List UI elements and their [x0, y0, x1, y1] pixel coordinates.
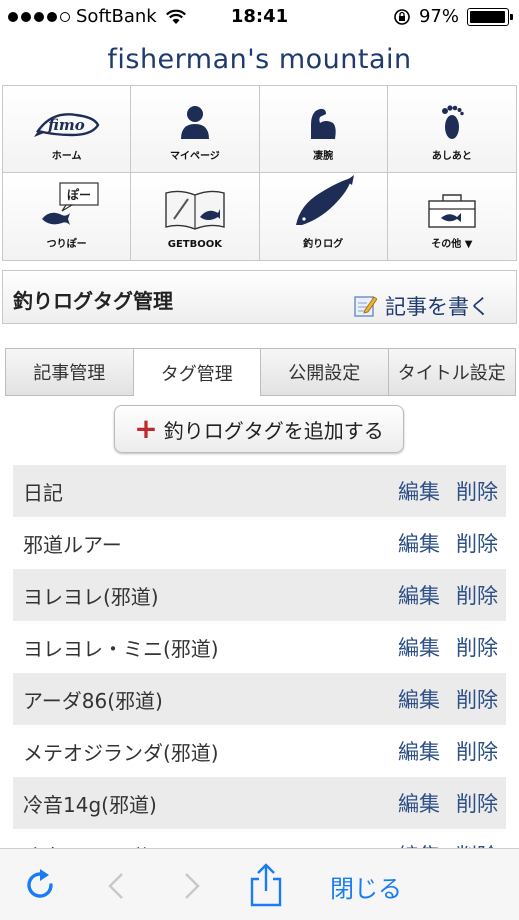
- table-row: 冷音24g(邪道)編集削除: [13, 829, 506, 850]
- battery-percent: 97%: [418, 6, 459, 27]
- delete-link[interactable]: 削除: [456, 632, 498, 662]
- delete-link[interactable]: 削除: [456, 736, 498, 766]
- forward-arrow-icon[interactable]: [180, 871, 204, 901]
- user-icon: [180, 106, 209, 139]
- nav-item-tsuripo[interactable]: ぽー つりぽー: [3, 173, 132, 260]
- tag-list: 日記 編集 削除 邪道ルアー 編集 削除 ヨレヨレ(邪道) 編集 削除 ヨレヨレ・ミニ(邪道) 編集…: [13, 465, 506, 850]
- tab-article-management[interactable]: 記事管理: [5, 348, 134, 396]
- tackle-box-icon: [428, 194, 476, 228]
- table-row: 日記 編集 削除: [13, 465, 506, 517]
- table-row: アーダ86(邪道) 編集 削除: [13, 673, 506, 725]
- reload-icon[interactable]: [22, 867, 58, 903]
- delete-link[interactable]: 削除: [456, 580, 498, 610]
- tag-name: 邪道ルアー: [23, 532, 122, 557]
- close-button[interactable]: 閉じる: [330, 869, 402, 904]
- table-row: 冷音14g(邪道) 編集 削除: [13, 777, 506, 829]
- nav-label: ホーム: [51, 151, 82, 162]
- footprint-icon: [441, 105, 464, 139]
- memo-icon: [354, 296, 377, 317]
- big-fish-icon: [296, 175, 355, 225]
- tab-publish-settings[interactable]: 公開設定: [260, 348, 389, 396]
- delete-link[interactable]: 削除: [456, 684, 498, 714]
- page-title: 釣りログタグ管理: [13, 289, 173, 313]
- speech-bubble-text: ぽー: [67, 187, 91, 202]
- delete-link[interactable]: 削除: [456, 528, 498, 558]
- section-header: 釣りログタグ管理 記事を書く: [2, 270, 517, 324]
- nav-label: マイページ: [169, 151, 220, 162]
- nav-item-expert[interactable]: 凄腕: [259, 86, 388, 173]
- write-article-label: 記事を書く: [385, 295, 490, 319]
- back-arrow-icon[interactable]: [104, 871, 128, 901]
- table-row: ヨレヨレ(邪道) 編集 削除: [13, 569, 506, 621]
- nav-item-mypage[interactable]: マイページ: [131, 86, 260, 173]
- nav-item-getbook[interactable]: GETBOOK: [131, 173, 260, 260]
- settings-tabs: 記事管理 タグ管理 公開設定 タイトル設定: [5, 348, 516, 396]
- plus-icon: +: [134, 412, 158, 445]
- add-tag-button[interactable]: + 釣りログタグを追加する: [114, 405, 404, 453]
- nav-label: 釣りログ: [303, 239, 344, 250]
- tag-name: ヨレヨレ・ミニ(邪道): [23, 636, 219, 661]
- nav-label: その他 ▼: [431, 239, 473, 250]
- tag-name: ヨレヨレ(邪道): [23, 584, 159, 609]
- nav-item-fishing-log[interactable]: 釣りログ: [259, 173, 388, 260]
- book-icon: [165, 190, 225, 230]
- table-row: メテオジランダ(邪道) 編集 削除: [13, 725, 506, 777]
- edit-link[interactable]: 編集: [398, 528, 440, 558]
- edit-link[interactable]: 編集: [398, 580, 440, 610]
- svg-text:fimo: fimo: [47, 116, 85, 134]
- tag-name: メテオジランダ(邪道): [23, 740, 219, 765]
- tab-tag-management[interactable]: タグ管理: [132, 348, 261, 396]
- nav-item-footprints[interactable]: あしあと: [387, 86, 516, 173]
- add-tag-label: 釣りログタグを追加する: [163, 418, 384, 443]
- write-article-link[interactable]: 記事を書く: [353, 291, 490, 321]
- edit-link[interactable]: 編集: [398, 788, 440, 818]
- nav-item-other[interactable]: その他 ▼: [387, 173, 516, 260]
- rotation-lock-icon: [394, 8, 410, 25]
- table-row: 邪道ルアー 編集 削除: [13, 517, 506, 569]
- site-title[interactable]: fisherman's mountain: [0, 44, 519, 75]
- nav-label: GETBOOK: [167, 239, 222, 250]
- edit-link[interactable]: 編集: [398, 684, 440, 714]
- edit-link[interactable]: 編集: [398, 736, 440, 766]
- fimo-logo-icon: fimo: [33, 113, 99, 137]
- tag-name: 冷音14g(邪道): [23, 792, 157, 817]
- tab-title-settings[interactable]: タイトル設定: [387, 348, 516, 396]
- fish-speech-icon: ぽー: [41, 182, 99, 225]
- edit-link[interactable]: 編集: [398, 632, 440, 662]
- share-icon[interactable]: [248, 863, 284, 907]
- tag-name: 日記: [23, 480, 63, 505]
- tag-name: アーダ86(邪道): [23, 688, 163, 713]
- nav-item-home[interactable]: fimo ホーム: [3, 86, 132, 173]
- table-row: ヨレヨレ・ミニ(邪道) 編集 削除: [13, 621, 506, 673]
- delete-link[interactable]: 削除: [456, 476, 498, 506]
- status-bar: SoftBank 18:41 97%: [0, 0, 519, 36]
- edit-link[interactable]: 編集: [398, 476, 440, 506]
- nav-label: 凄腕: [313, 151, 334, 162]
- nav-label: あしあと: [431, 151, 472, 162]
- nav-label: つりぽー: [46, 239, 87, 250]
- browser-toolbar: 閉じる: [0, 848, 519, 920]
- battery-icon: [467, 7, 513, 26]
- main-nav: fimo ホーム マイページ 凄腕 あしあと ぽー つりぽー GETBOOK 釣…: [2, 85, 517, 261]
- delete-link[interactable]: 削除: [456, 788, 498, 818]
- arm-icon: [311, 108, 336, 139]
